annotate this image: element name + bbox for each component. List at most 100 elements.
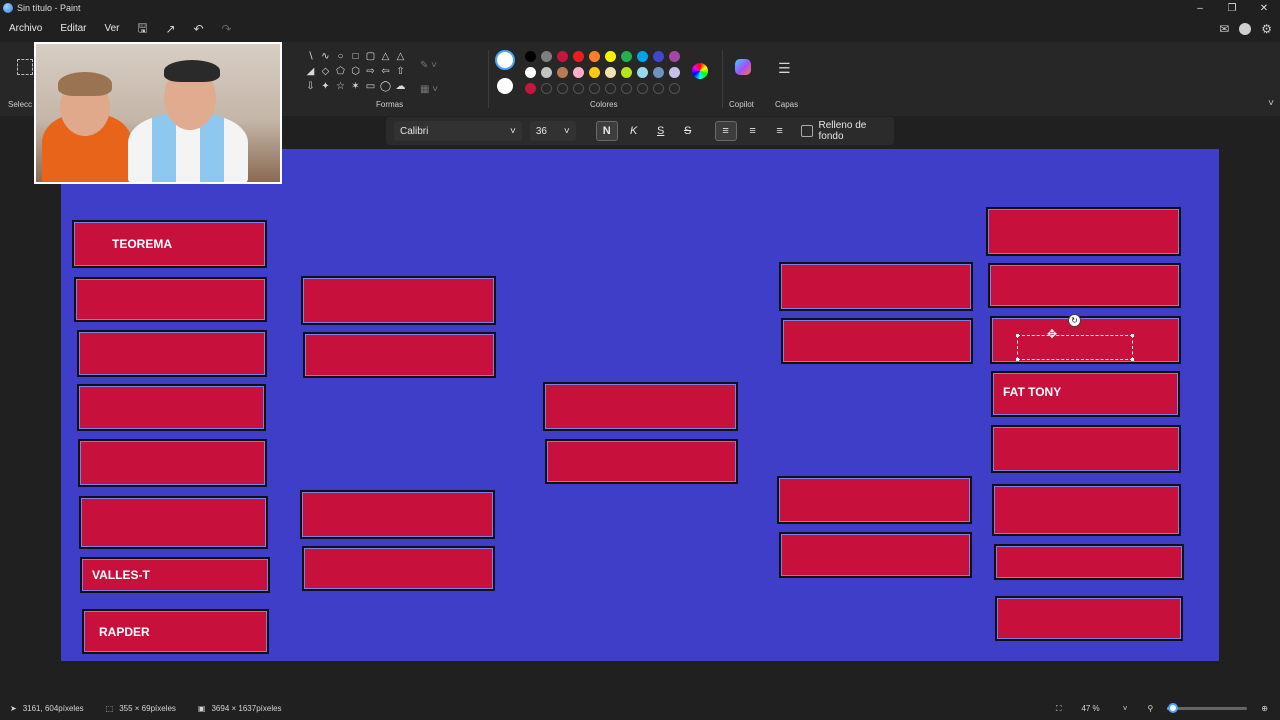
- bracket-box[interactable]: TEOREMA: [72, 220, 267, 268]
- palette-color-swatch[interactable]: [589, 67, 600, 78]
- bracket-box[interactable]: [988, 263, 1181, 308]
- menu-file[interactable]: Archivo: [0, 16, 51, 42]
- bracket-box[interactable]: [300, 490, 495, 539]
- italic-button[interactable]: K: [623, 121, 645, 141]
- rounded-rect-shape-icon[interactable]: ▢: [363, 49, 378, 64]
- bracket-box[interactable]: [995, 596, 1183, 641]
- bracket-box[interactable]: [986, 207, 1181, 256]
- arrow-left-shape-icon[interactable]: ⇦: [378, 64, 393, 79]
- bracket-box[interactable]: [79, 496, 268, 549]
- palette-color-swatch[interactable]: [573, 51, 584, 62]
- palette-color-swatch[interactable]: [541, 67, 552, 78]
- palette-color-swatch[interactable]: [589, 51, 600, 62]
- empty-color-slot[interactable]: [573, 83, 584, 94]
- resize-handle[interactable]: [1016, 334, 1019, 337]
- maximize-button[interactable]: ❐: [1216, 0, 1248, 16]
- palette-color-swatch[interactable]: [653, 67, 664, 78]
- align-right-icon[interactable]: ≡: [769, 121, 791, 141]
- arrow-right-shape-icon[interactable]: ⇨: [363, 64, 378, 79]
- custom-color-swatch[interactable]: [525, 83, 536, 94]
- align-center-icon[interactable]: ≡: [742, 121, 764, 141]
- bracket-box[interactable]: [779, 262, 973, 311]
- palette-color-swatch[interactable]: [637, 51, 648, 62]
- line-shape-icon[interactable]: ∖: [303, 49, 318, 64]
- callout-cloud-shape-icon[interactable]: ☁: [393, 79, 408, 94]
- bracket-box[interactable]: FAT TONY: [991, 371, 1180, 417]
- empty-color-slot[interactable]: [669, 83, 680, 94]
- settings-gear-icon[interactable]: ⚙: [1261, 22, 1272, 36]
- palette-color-swatch[interactable]: [621, 67, 632, 78]
- empty-color-slot[interactable]: [557, 83, 568, 94]
- bracket-box[interactable]: [301, 276, 496, 325]
- zoom-select[interactable]: 47 % ˅: [1075, 701, 1133, 717]
- bracket-box[interactable]: [543, 382, 738, 431]
- copilot-icon[interactable]: [735, 59, 751, 75]
- palette-color-swatch[interactable]: [653, 51, 664, 62]
- palette-color-swatch[interactable]: [669, 67, 680, 78]
- palette-color-swatch[interactable]: [541, 51, 552, 62]
- arrow-down-shape-icon[interactable]: ⇩: [303, 79, 318, 94]
- bracket-box[interactable]: [74, 277, 267, 322]
- primary-color-swatch[interactable]: [495, 50, 515, 70]
- bracket-box[interactable]: [302, 546, 495, 591]
- empty-color-slot[interactable]: [621, 83, 632, 94]
- palette-color-swatch[interactable]: [573, 67, 584, 78]
- undo-icon[interactable]: ↶: [185, 16, 213, 42]
- zoom-in-icon[interactable]: ⊕: [1261, 704, 1268, 713]
- empty-color-slot[interactable]: [653, 83, 664, 94]
- feedback-icon[interactable]: ✉: [1219, 22, 1229, 36]
- save-icon[interactable]: 🖫: [129, 16, 157, 42]
- zoom-out-icon[interactable]: ⚲: [1147, 704, 1153, 713]
- share-icon[interactable]: ↗: [157, 16, 185, 42]
- empty-color-slot[interactable]: [589, 83, 600, 94]
- resize-handle[interactable]: [1016, 358, 1019, 361]
- bracket-box[interactable]: [992, 484, 1181, 536]
- callout-oval-shape-icon[interactable]: ◯: [378, 79, 393, 94]
- right-triangle-shape-icon[interactable]: ◢: [303, 64, 318, 79]
- fill-background-checkbox[interactable]: [800, 125, 813, 137]
- triangle-shape-icon[interactable]: △: [393, 49, 408, 64]
- palette-color-swatch[interactable]: [669, 51, 680, 62]
- rectangle-shape-icon[interactable]: □: [348, 49, 363, 64]
- bracket-box[interactable]: [777, 476, 972, 524]
- underline-button[interactable]: S: [650, 121, 672, 141]
- zoom-slider[interactable]: [1167, 703, 1248, 713]
- bracket-box[interactable]: [779, 532, 972, 578]
- empty-color-slot[interactable]: [605, 83, 616, 94]
- empty-color-slot[interactable]: [637, 83, 648, 94]
- palette-color-swatch[interactable]: [525, 67, 536, 78]
- font-size-select[interactable]: 36 ˅: [529, 121, 576, 141]
- bracket-box[interactable]: VALLES-T: [80, 557, 270, 593]
- text-selection-box[interactable]: [1017, 335, 1133, 360]
- shape-outline-icon[interactable]: ✎ ˅: [420, 54, 438, 78]
- bracket-box[interactable]: [781, 318, 973, 364]
- palette-color-swatch[interactable]: [605, 51, 616, 62]
- star5-shape-icon[interactable]: ☆: [333, 79, 348, 94]
- pentagon-shape-icon[interactable]: ⬠: [333, 64, 348, 79]
- bracket-box[interactable]: [991, 425, 1181, 473]
- shape-fill-icon[interactable]: ▦ ˅: [420, 78, 438, 102]
- polygon-shape-icon[interactable]: △: [378, 49, 393, 64]
- hexagon-shape-icon[interactable]: ⬡: [348, 64, 363, 79]
- menu-view[interactable]: Ver: [95, 16, 128, 42]
- bracket-box[interactable]: [77, 384, 266, 431]
- callout-rect-shape-icon[interactable]: ▭: [363, 79, 378, 94]
- account-icon[interactable]: [1239, 23, 1252, 35]
- bracket-box[interactable]: [545, 439, 738, 484]
- zoom-slider-knob[interactable]: [1168, 703, 1179, 713]
- arrow-up-shape-icon[interactable]: ⇧: [393, 64, 408, 79]
- palette-color-swatch[interactable]: [557, 51, 568, 62]
- palette-color-swatch[interactable]: [557, 67, 568, 78]
- redo-icon[interactable]: ↷: [213, 16, 241, 42]
- strikethrough-button[interactable]: S: [677, 121, 699, 141]
- curve-shape-icon[interactable]: ∿: [318, 49, 333, 64]
- edit-colors-icon[interactable]: [692, 63, 708, 79]
- bracket-box[interactable]: RAPDER: [82, 609, 269, 654]
- layers-icon[interactable]: ☰: [778, 60, 791, 77]
- empty-color-slot[interactable]: [541, 83, 552, 94]
- bracket-box[interactable]: [77, 330, 267, 377]
- palette-color-swatch[interactable]: [637, 67, 648, 78]
- font-family-select[interactable]: Calibri ˅: [394, 121, 522, 141]
- resize-handle[interactable]: [1131, 334, 1134, 337]
- secondary-color-swatch[interactable]: [497, 78, 513, 94]
